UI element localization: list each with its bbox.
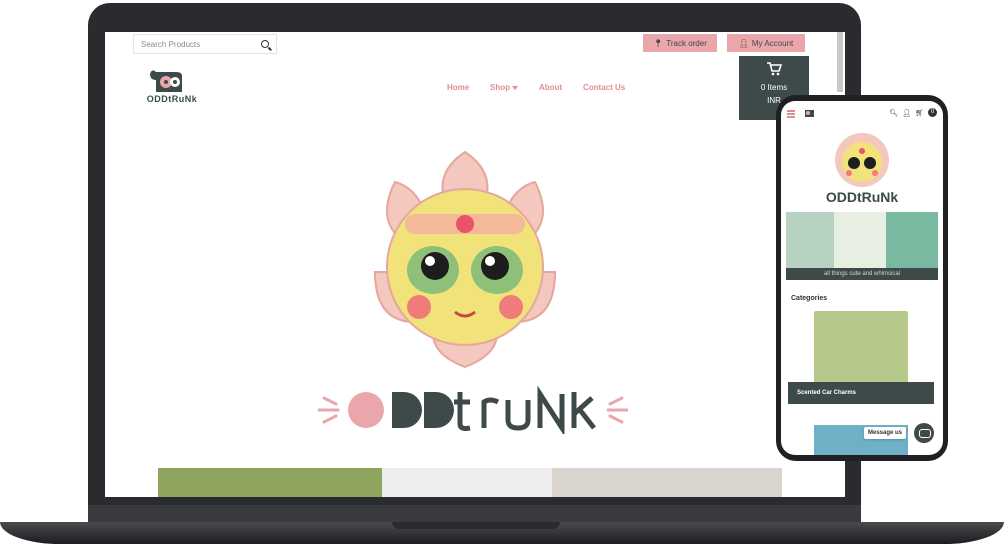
sun-mascot-illustration (373, 150, 557, 369)
hero-banner[interactable]: all things cute and whimsical (786, 212, 938, 280)
categories-heading: Categories (791, 295, 828, 302)
laptop-screen: Search Products 📍︎ Track order 👤︎ My Acc… (105, 32, 845, 497)
nav-shop-label: Shop (490, 83, 510, 92)
mobile-wordmark: ODDtRuNk (825, 189, 899, 205)
location-pin-icon: 📍︎ (653, 38, 664, 48)
trunk-logo-icon[interactable] (803, 108, 815, 118)
wordmark-graphic (316, 385, 630, 437)
mobile-header-icons: 🔍︎ 👤︎ 🛒︎ 0 (889, 108, 937, 117)
category-image[interactable] (814, 311, 908, 387)
category-label[interactable]: Scented Car Charms (788, 382, 934, 404)
track-order-button[interactable]: 📍︎ Track order (643, 34, 717, 52)
chevron-down-icon (512, 85, 518, 90)
laptop-notch (392, 522, 560, 529)
cart-item-count: 0 Items (760, 83, 788, 92)
my-account-button[interactable]: 👤︎ My Account (727, 34, 805, 52)
featured-thumbnail[interactable] (382, 468, 552, 497)
sun-mascot-illustration (835, 133, 889, 187)
featured-thumbnail[interactable] (158, 468, 382, 497)
mobile-header: 🔍︎ 👤︎ 🛒︎ 0 (781, 101, 943, 123)
nav-about[interactable]: About (539, 83, 562, 92)
search-icon[interactable] (261, 40, 269, 48)
nav-shop[interactable]: Shop (490, 83, 518, 92)
cart-icon[interactable]: 🛒︎ (915, 109, 924, 117)
banner-caption: all things cute and whimsical (786, 268, 938, 280)
user-icon[interactable]: 👤︎ (902, 109, 911, 117)
nav-contact-us[interactable]: Contact Us (583, 83, 625, 92)
search-icon[interactable]: 🔍︎ (889, 109, 898, 117)
logo-wordmark-small: ODDtRuNk (146, 94, 198, 104)
banner-image (834, 212, 886, 268)
banner-image (786, 212, 834, 268)
site-logo[interactable]: ODDtRuNk (142, 66, 202, 106)
my-account-label: My Account (751, 38, 794, 48)
nav-home[interactable]: Home (447, 83, 469, 92)
trunk-mascot-icon (150, 70, 182, 92)
search-placeholder: Search Products (141, 39, 201, 49)
hero-wordmark (316, 385, 630, 437)
cart-count-badge: 0 (928, 108, 937, 117)
cart-icon (767, 62, 783, 76)
chat-icon[interactable] (914, 423, 934, 443)
user-icon: 👤︎ (738, 38, 749, 48)
search-input[interactable]: Search Products (133, 34, 277, 54)
phone-screen: 🔍︎ 👤︎ 🛒︎ 0 ODDtRuNk all things cute and … (781, 101, 943, 455)
featured-thumbnail[interactable] (552, 468, 782, 497)
scrollbar[interactable] (837, 32, 843, 92)
hamburger-menu-icon[interactable] (787, 110, 795, 119)
banner-image (886, 212, 938, 268)
track-order-label: Track order (666, 38, 707, 48)
message-us-label[interactable]: Message us (864, 427, 907, 439)
